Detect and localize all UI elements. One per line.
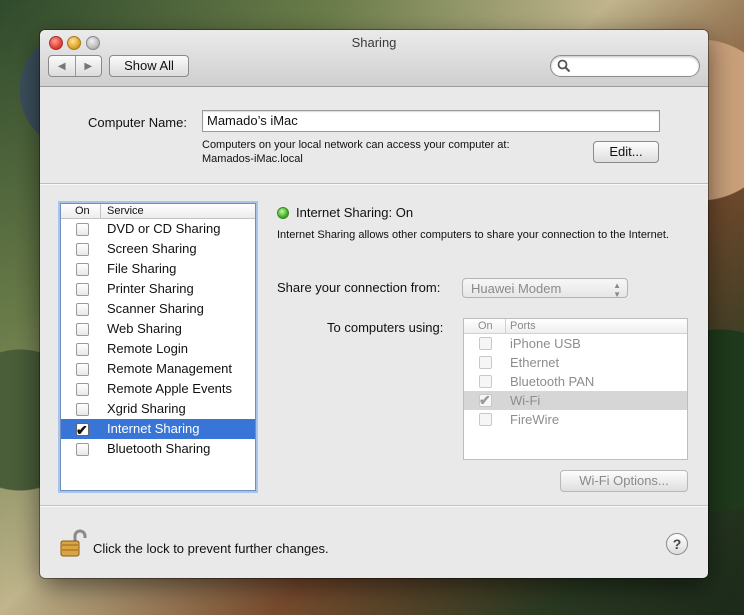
sharing-window: Sharing ◀ ▶ Show All Computer Name: Mama… xyxy=(40,30,708,578)
service-checkbox[interactable] xyxy=(76,403,89,416)
service-checkbox[interactable] xyxy=(76,363,89,376)
service-row[interactable]: Remote Login xyxy=(61,339,255,359)
back-arrow-icon[interactable]: ◀ xyxy=(49,56,76,76)
port-label: Bluetooth PAN xyxy=(510,374,595,389)
port-row[interactable]: FireWire xyxy=(464,410,687,429)
port-row[interactable]: Ethernet xyxy=(464,353,687,372)
edit-hostname-button[interactable]: Edit... xyxy=(593,141,659,163)
show-all-button[interactable]: Show All xyxy=(109,55,189,77)
service-checkbox[interactable] xyxy=(76,343,89,356)
port-checkbox[interactable]: ✔ xyxy=(479,392,492,408)
lock-icon[interactable] xyxy=(59,528,87,558)
service-label: Internet Sharing xyxy=(107,421,200,436)
service-status: Internet Sharing: On xyxy=(296,205,414,220)
local-address-note: Computers on your local network can acce… xyxy=(202,139,510,151)
wifi-options-button[interactable]: Wi-Fi Options... xyxy=(560,470,688,492)
service-row[interactable]: Remote Apple Events xyxy=(61,379,255,399)
port-checkbox[interactable] xyxy=(479,356,492,369)
service-row[interactable]: DVD or CD Sharing xyxy=(61,219,255,239)
computer-name-label: Computer Name: xyxy=(88,115,187,130)
service-label: Remote Login xyxy=(107,341,188,356)
port-label: Wi-Fi xyxy=(510,393,541,408)
service-row[interactable]: Printer Sharing xyxy=(61,279,255,299)
local-hostname: Mamados-iMac.local xyxy=(202,153,303,165)
service-list[interactable]: On Service DVD or CD Sharing Screen Shari… xyxy=(60,203,256,491)
service-label: Bluetooth Sharing xyxy=(107,441,211,456)
window-title: Sharing xyxy=(351,35,397,50)
port-label: FireWire xyxy=(510,412,560,427)
port-checkbox[interactable] xyxy=(479,375,492,388)
computer-name-description: Computers on your local network can acce… xyxy=(202,138,562,166)
service-list-header: On Service xyxy=(61,204,255,219)
to-computers-label: To computers using: xyxy=(327,320,444,335)
ports-list-header: On Ports xyxy=(464,319,687,334)
back-forward-control: ◀ ▶ xyxy=(48,55,102,77)
port-checkbox[interactable] xyxy=(479,413,492,426)
service-label: Xgrid Sharing xyxy=(107,401,186,416)
service-row[interactable]: Web Sharing xyxy=(61,319,255,339)
status-indicator-icon xyxy=(277,207,289,219)
service-label: Remote Apple Events xyxy=(107,381,233,396)
forward-arrow-icon[interactable]: ▶ xyxy=(76,56,102,76)
ports-header-on[interactable]: On xyxy=(464,319,506,333)
service-label: DVD or CD Sharing xyxy=(107,221,221,236)
port-label: Ethernet xyxy=(510,355,560,370)
port-label: iPhone USB xyxy=(510,336,581,351)
port-checkbox[interactable] xyxy=(479,337,492,350)
service-checkbox[interactable] xyxy=(76,323,89,336)
service-label: Remote Management xyxy=(107,361,233,376)
service-row[interactable]: ✔ Internet Sharing xyxy=(61,419,255,439)
service-label: Screen Sharing xyxy=(107,241,197,256)
lock-message: Click the lock to prevent further change… xyxy=(93,541,329,556)
ports-header-ports[interactable]: Ports xyxy=(506,319,536,333)
service-checkbox[interactable] xyxy=(76,243,89,256)
header-service[interactable]: Service xyxy=(101,204,144,218)
divider xyxy=(40,505,708,507)
port-row[interactable]: Bluetooth PAN xyxy=(464,372,687,391)
computer-name-field[interactable]: Mamado’s iMac xyxy=(202,110,660,132)
divider xyxy=(40,183,708,185)
checkmark-icon: ✔ xyxy=(479,392,491,408)
share-from-popup[interactable]: Huawei Modem ▲ ▼ xyxy=(462,278,628,299)
service-checkbox[interactable]: ✔ xyxy=(76,422,89,438)
service-checkbox[interactable] xyxy=(76,383,89,396)
service-checkbox[interactable] xyxy=(76,303,89,316)
popup-arrows-icon: ▲ ▼ xyxy=(613,281,621,299)
titlebar: Sharing ◀ ▶ Show All xyxy=(40,30,708,87)
service-label: Scanner Sharing xyxy=(107,301,204,316)
checkmark-icon: ✔ xyxy=(76,422,88,438)
search-icon xyxy=(557,59,571,73)
header-on[interactable]: On xyxy=(61,204,101,218)
service-checkbox[interactable] xyxy=(76,443,89,456)
ports-list[interactable]: On Ports iPhone USB Ethernet Bluetooth PAN… xyxy=(463,318,688,460)
service-row[interactable]: Scanner Sharing xyxy=(61,299,255,319)
service-row[interactable]: Bluetooth Sharing xyxy=(61,439,255,459)
search-input[interactable] xyxy=(550,55,700,77)
service-checkbox[interactable] xyxy=(76,283,89,296)
service-label: Web Sharing xyxy=(107,321,182,336)
service-row[interactable]: Remote Management xyxy=(61,359,255,379)
service-row[interactable]: Xgrid Sharing xyxy=(61,399,255,419)
port-row[interactable]: ✔ Wi-Fi xyxy=(464,391,687,410)
service-label: File Sharing xyxy=(107,261,177,276)
share-from-label: Share your connection from: xyxy=(277,280,441,295)
service-label: Printer Sharing xyxy=(107,281,194,296)
service-row[interactable]: Screen Sharing xyxy=(61,239,255,259)
help-button[interactable]: ? xyxy=(666,533,688,555)
service-description: Internet Sharing allows other computers … xyxy=(277,229,669,241)
service-checkbox[interactable] xyxy=(76,263,89,276)
service-checkbox[interactable] xyxy=(76,223,89,236)
service-row[interactable]: File Sharing xyxy=(61,259,255,279)
port-row[interactable]: iPhone USB xyxy=(464,334,687,353)
share-from-value: Huawei Modem xyxy=(471,281,562,296)
